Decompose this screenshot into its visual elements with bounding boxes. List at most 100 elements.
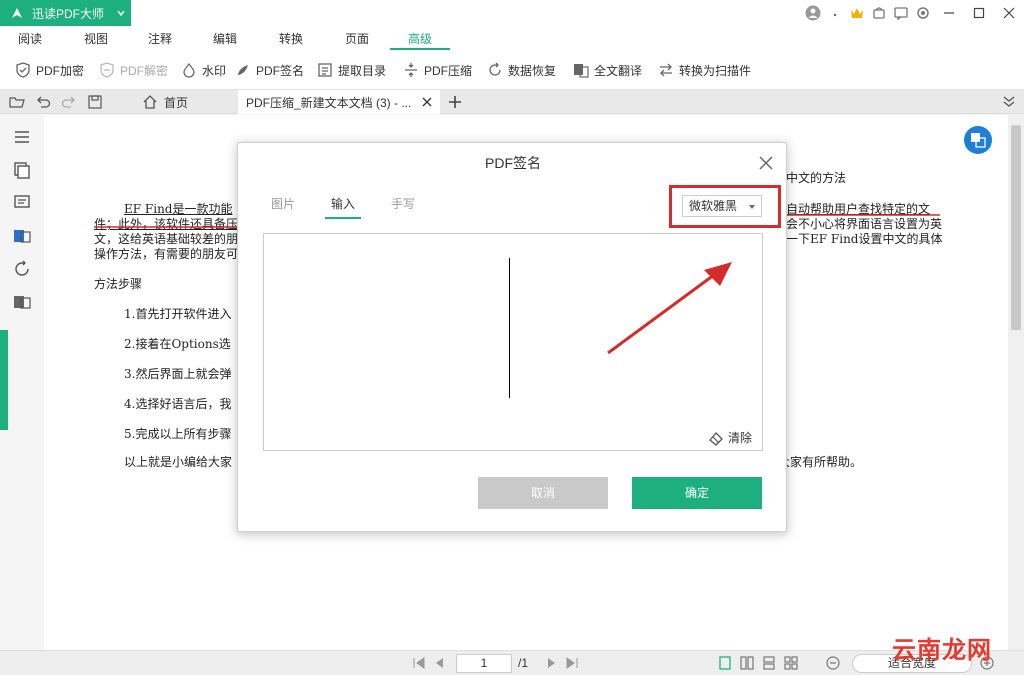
recover-button[interactable]: 数据恢复 (486, 61, 556, 79)
app-title: 迅读PDF大师 (32, 6, 105, 21)
tab-handwrite[interactable]: 手写 (391, 195, 415, 212)
document-tabs: 首页 PDF压缩_新建文本文档 (3) - ... (0, 90, 1024, 114)
watermark-button[interactable]: 水印 (180, 61, 226, 79)
doc-line: 2.接着在Options选 (124, 337, 231, 351)
sign-button[interactable]: PDF签名 (234, 61, 304, 79)
vip-icon[interactable] (846, 2, 868, 24)
translate-icon (572, 61, 590, 79)
refresh-icon[interactable] (12, 259, 32, 279)
list-icon[interactable] (12, 127, 32, 147)
settings-icon[interactable] (912, 2, 934, 24)
translate-button[interactable]: 全文翻译 (572, 61, 642, 79)
collapse-icon[interactable] (1002, 94, 1016, 108)
tab-input[interactable]: 输入 (324, 195, 362, 219)
convert-scan-label: 转换为扫描件 (679, 63, 752, 78)
grid-view-icon[interactable] (784, 656, 798, 670)
page-number-input[interactable]: 1 (456, 654, 512, 673)
convert-scan-button[interactable]: 转换为扫描件 (657, 61, 751, 79)
comment-icon[interactable] (12, 193, 32, 213)
dialog-title: PDF签名 (485, 155, 541, 171)
tab-advanced[interactable]: 高级 (389, 30, 451, 50)
first-page-icon[interactable] (412, 656, 426, 670)
cancel-button[interactable]: 取消 (478, 477, 608, 509)
redo-icon[interactable] (60, 93, 78, 111)
support-icon[interactable] (868, 2, 890, 24)
excel-icon[interactable] (12, 292, 32, 312)
doc-line: 3.然后界面上就会弹 (124, 367, 232, 381)
clear-button[interactable]: 清除 (708, 429, 752, 446)
user-icon[interactable] (802, 2, 824, 24)
word-icon[interactable] (12, 226, 32, 246)
drop-icon (180, 61, 198, 79)
encrypt-button[interactable]: PDF加密 (14, 61, 84, 79)
message-icon[interactable] (890, 2, 912, 24)
eraser-icon (708, 430, 724, 446)
status-bar: 1 /1 适合宽度 (0, 650, 1024, 675)
tab-document[interactable]: PDF压缩_新建文本文档 (3) - ... (238, 90, 440, 114)
translate-fab-icon[interactable] (964, 126, 992, 154)
compress-button[interactable]: PDF压缩 (402, 61, 472, 79)
scrollbar-thumb[interactable] (1011, 125, 1021, 330)
undo-icon[interactable] (34, 93, 52, 111)
minimize-button[interactable] (934, 0, 964, 26)
tab-view[interactable]: 视图 (84, 30, 108, 50)
maximize-button[interactable] (964, 0, 994, 26)
last-page-icon[interactable] (565, 656, 579, 670)
font-select-value: 微软雅黑 (689, 199, 738, 213)
add-tab-icon[interactable] (446, 93, 464, 111)
decrypt-button[interactable]: PDF解密 (98, 61, 168, 79)
tab-page[interactable]: 页面 (345, 30, 369, 50)
tab-convert[interactable]: 转换 (279, 30, 303, 50)
app-logo-icon (10, 6, 24, 20)
tab-annotate[interactable]: 注释 (148, 30, 172, 50)
recover-icon (486, 61, 504, 79)
text-cursor (509, 258, 510, 398)
tab-edit[interactable]: 编辑 (213, 30, 237, 50)
font-select[interactable]: 微软雅黑 (682, 195, 762, 217)
app-menu-button[interactable]: 迅读PDF大师 (0, 0, 131, 26)
tab-home-label: 首页 (164, 95, 189, 110)
tab-document-label: PDF压缩_新建文本文档 (3) - ... (246, 95, 412, 110)
extract-toc-button[interactable]: 提取目录 (316, 61, 386, 79)
chevron-down-icon[interactable] (115, 7, 127, 19)
close-tab-icon[interactable] (420, 95, 434, 109)
encrypt-label: PDF加密 (36, 63, 85, 78)
doc-line: 以上就是小编给大家 (124, 455, 233, 469)
shield-icon (14, 61, 32, 79)
recover-label: 数据恢复 (508, 63, 557, 78)
vertical-scrollbar[interactable] (1008, 115, 1024, 650)
ok-button[interactable]: 确定 (632, 477, 762, 509)
title-icons (802, 0, 1024, 26)
tab-image[interactable]: 图片 (271, 195, 295, 212)
pen-icon (234, 61, 252, 79)
two-page-icon[interactable] (740, 656, 754, 670)
shield-off-icon (98, 61, 116, 79)
decrypt-label: PDF解密 (120, 63, 169, 78)
tab-read[interactable]: 阅读 (18, 30, 42, 50)
tab-home[interactable]: 首页 (136, 90, 236, 114)
dot-icon (824, 2, 846, 24)
doc-line: 5.完成以上所有步骤 (124, 427, 232, 441)
close-button[interactable] (994, 0, 1024, 26)
next-page-icon[interactable] (545, 656, 559, 670)
doc-line: 1.首先打开软件进入 (124, 307, 232, 321)
prev-page-icon[interactable] (432, 656, 446, 670)
open-folder-icon[interactable] (8, 93, 26, 111)
extract-icon (316, 61, 334, 79)
extract-toc-label: 提取目录 (338, 63, 387, 78)
pages-icon[interactable] (12, 160, 32, 180)
zoom-out-icon[interactable] (826, 656, 840, 670)
continuous-icon[interactable] (762, 656, 776, 670)
close-icon[interactable] (758, 155, 774, 171)
menu-tabs: 阅读 视图 注释 编辑 转换 页面 高级 (0, 26, 1024, 50)
translate-label: 全文翻译 (594, 63, 643, 78)
doc-line: 大家有所帮助。 (778, 455, 863, 469)
doc-line: 方法步骤 (94, 277, 143, 291)
single-page-icon[interactable] (718, 656, 732, 670)
sign-label: PDF签名 (256, 63, 305, 78)
compress-icon (402, 61, 420, 79)
left-sidebar (0, 115, 44, 650)
home-icon (142, 94, 158, 110)
sidebar-toggle[interactable] (0, 330, 8, 430)
save-icon[interactable] (86, 93, 104, 111)
